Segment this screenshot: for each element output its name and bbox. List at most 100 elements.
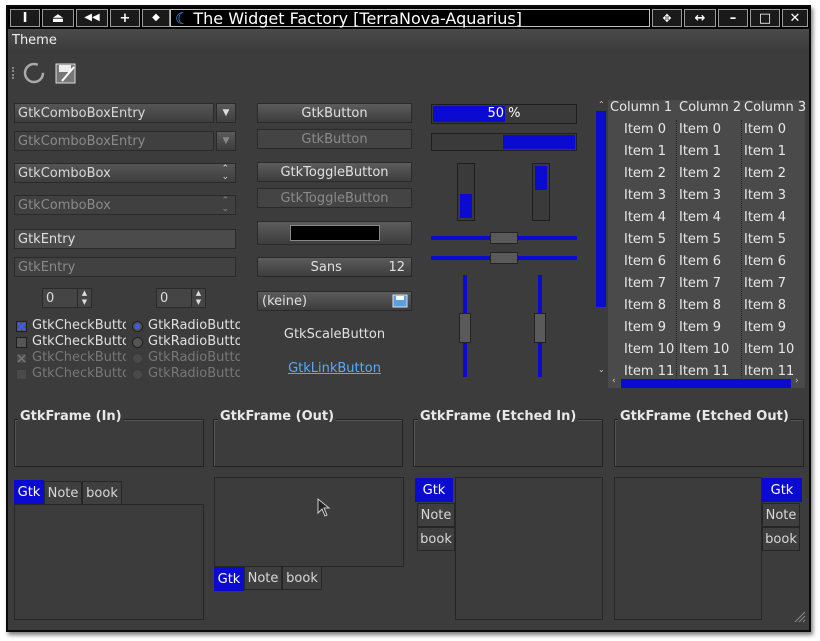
check-2-box[interactable] xyxy=(16,337,27,348)
combo-box[interactable]: GtkComboBox ⌃ ⌄ xyxy=(14,163,236,183)
tree-cell-col2[interactable]: Item 5 xyxy=(679,232,721,247)
tree-cell-col3[interactable]: Item 7 xyxy=(744,276,786,291)
check-1-label[interactable]: GtkCheckButton xyxy=(32,318,126,333)
tree-cell-col1[interactable]: Item 0 xyxy=(624,122,666,137)
resize-grip-icon[interactable] xyxy=(792,609,806,627)
close-button[interactable]: ✕ xyxy=(782,9,808,27)
radio-2-label[interactable]: GtkRadioButton xyxy=(148,334,240,349)
column-header-3[interactable]: Column 3 xyxy=(744,100,806,120)
column-header-2[interactable]: Column 2 xyxy=(679,100,741,120)
tree-cell-col1[interactable]: Item 9 xyxy=(624,320,666,335)
tree-cell-col2[interactable]: Item 10 xyxy=(679,342,729,357)
scale-button[interactable]: GtkScaleButton xyxy=(257,327,412,342)
file-chooser-button[interactable]: (keine) xyxy=(257,291,412,311)
tree-cell-col2[interactable]: Item 1 xyxy=(679,144,721,159)
notebook-4-tab-gtk[interactable]: Gtk xyxy=(762,478,802,502)
tree-cell-col2[interactable]: Item 9 xyxy=(679,320,721,335)
spin-button-1[interactable]: 0 ▲ ▼ xyxy=(42,288,92,308)
tree-cell-col3[interactable]: Item 10 xyxy=(744,342,794,357)
tree-cell-col1[interactable]: Item 8 xyxy=(624,298,666,313)
window-title: The Widget Factory [TerraNova-Aquarius] xyxy=(193,8,522,28)
toolbar-grip-icon[interactable] xyxy=(12,67,15,79)
notebook-2-tab-note[interactable]: Note xyxy=(244,566,282,590)
notebook-4-tab-note[interactable]: Note xyxy=(762,503,800,527)
notebook-2-tab-book[interactable]: book xyxy=(282,566,322,590)
tree-cell-col2[interactable]: Item 6 xyxy=(679,254,721,269)
combo-box-entry-dropdown[interactable]: ▼ xyxy=(216,103,236,123)
check-1-box[interactable] xyxy=(16,321,27,332)
tree-cell-col2[interactable]: Item 0 xyxy=(679,122,721,137)
gtk-toggle-button[interactable]: GtkToggleButton xyxy=(257,162,412,182)
color-button[interactable] xyxy=(257,221,412,245)
tree-cell-col3[interactable]: Item 5 xyxy=(744,232,786,247)
scroll-up-icon[interactable]: ⌃ xyxy=(598,100,605,109)
tree-cell-col3[interactable]: Item 8 xyxy=(744,298,786,313)
tree-cell-col2[interactable]: Item 8 xyxy=(679,298,721,313)
tree-cell-col3[interactable]: Item 1 xyxy=(744,144,786,159)
tree-horizontal-scrollbar[interactable] xyxy=(621,379,791,388)
tree-cell-col1[interactable]: Item 2 xyxy=(624,166,666,181)
tree-cell-col3[interactable]: Item 11 xyxy=(744,364,794,379)
gtk-button[interactable]: GtkButton xyxy=(257,103,412,123)
tree-vertical-scrollbar[interactable] xyxy=(596,111,606,307)
radio-2-button[interactable] xyxy=(132,337,143,348)
horizontal-slider-2-thumb[interactable] xyxy=(490,252,518,264)
radio-1-label[interactable]: GtkRadioButton xyxy=(148,318,240,333)
tree-cell-col1[interactable]: Item 3 xyxy=(624,188,666,203)
tree-cell-col3[interactable]: Item 3 xyxy=(744,188,786,203)
scroll-down-icon[interactable]: ⌄ xyxy=(598,365,605,374)
tree-cell-col2[interactable]: Item 11 xyxy=(679,364,729,379)
window-menu-button[interactable]: I xyxy=(10,9,40,27)
spin-button-2[interactable]: 0 ▲ ▼ xyxy=(156,288,206,308)
save-as-icon[interactable] xyxy=(54,61,78,89)
add-button[interactable]: + xyxy=(110,9,140,27)
minimize-button[interactable]: – xyxy=(718,9,748,27)
notebook-4-tab-book[interactable]: book xyxy=(762,527,800,551)
font-button[interactable]: Sans 12 xyxy=(257,257,412,277)
notebook-1-tab-book[interactable]: book xyxy=(82,481,122,505)
horizontal-slider-1-thumb[interactable] xyxy=(490,232,518,244)
tree-cell-col1[interactable]: Item 7 xyxy=(624,276,666,291)
move-button[interactable]: ✥ xyxy=(652,9,682,27)
tree-cell-col3[interactable]: Item 0 xyxy=(744,122,786,137)
menu-theme[interactable]: Theme xyxy=(12,33,57,48)
column-header-1[interactable]: Column 1 xyxy=(610,100,672,120)
resize-button[interactable]: ↔ xyxy=(684,9,716,27)
tree-cell-col1[interactable]: Item 6 xyxy=(624,254,666,269)
tree-cell-col2[interactable]: Item 3 xyxy=(679,188,721,203)
tree-cell-col2[interactable]: Item 7 xyxy=(679,276,721,291)
maximize-button[interactable]: □ xyxy=(750,9,780,27)
tree-cell-col1[interactable]: Item 11 xyxy=(624,364,674,379)
tree-cell-col2[interactable]: Item 2 xyxy=(679,166,721,181)
spin-arrows-icon[interactable]: ▲ ▼ xyxy=(77,289,91,307)
vertical-slider-1-thumb[interactable] xyxy=(459,313,471,343)
tree-cell-col3[interactable]: Item 2 xyxy=(744,166,786,181)
tree-cell-col3[interactable]: Item 6 xyxy=(744,254,786,269)
notebook-3-tab-book[interactable]: book xyxy=(417,527,455,551)
notebook-1-tab-gtk[interactable]: Gtk xyxy=(14,480,44,504)
radio-1-button[interactable] xyxy=(132,321,143,332)
tree-cell-col1[interactable]: Item 10 xyxy=(624,342,674,357)
notebook-2-tab-gtk[interactable]: Gtk xyxy=(214,567,244,591)
check-2-label[interactable]: GtkCheckButton xyxy=(32,334,126,349)
vertical-slider-2-thumb[interactable] xyxy=(534,313,546,343)
tree-cell-col2[interactable]: Item 4 xyxy=(679,210,721,225)
notebook-3-tab-gtk[interactable]: Gtk xyxy=(415,478,453,502)
combo-box-entry[interactable]: GtkComboBoxEntry xyxy=(14,103,214,123)
send-back-button[interactable]: ◀◀ xyxy=(76,9,108,27)
sticky-button[interactable]: ◆ xyxy=(142,9,170,27)
scroll-right-icon[interactable]: › xyxy=(795,376,799,386)
tree-cell-col1[interactable]: Item 4 xyxy=(624,210,666,225)
spin-arrows-icon[interactable]: ▲ ▼ xyxy=(191,289,205,307)
tree-cell-col3[interactable]: Item 9 xyxy=(744,320,786,335)
refresh-icon[interactable] xyxy=(22,61,46,89)
scroll-left-icon[interactable]: ‹ xyxy=(612,376,616,386)
notebook-1-tab-note[interactable]: Note xyxy=(44,481,82,505)
link-button[interactable]: GtkLinkButton xyxy=(257,361,412,376)
shade-button[interactable]: ⏏ xyxy=(42,9,74,27)
tree-cell-col3[interactable]: Item 4 xyxy=(744,210,786,225)
tree-cell-col1[interactable]: Item 5 xyxy=(624,232,666,247)
gtk-entry[interactable]: GtkEntry xyxy=(14,229,236,249)
notebook-3-tab-note[interactable]: Note xyxy=(417,503,455,527)
tree-cell-col1[interactable]: Item 1 xyxy=(624,144,666,159)
